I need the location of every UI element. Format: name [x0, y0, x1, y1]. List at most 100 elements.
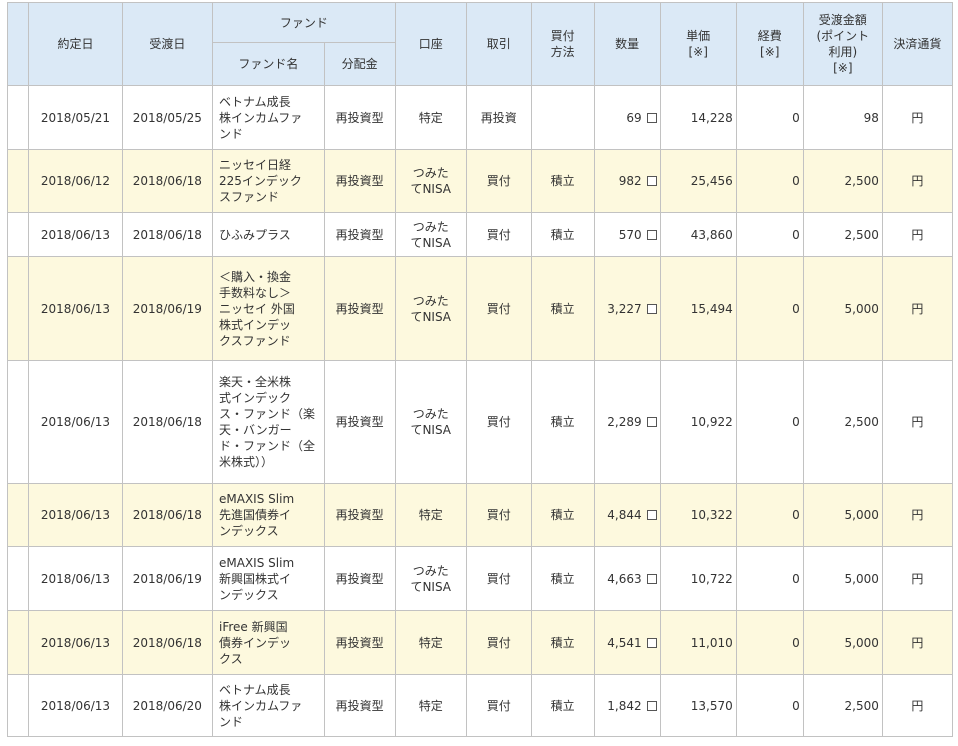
quantity-value: 3,227 [607, 301, 642, 316]
header-account: 口座 [394, 2, 467, 86]
fund-name-cell: ニッセイ日経 225インデック スファンド [212, 149, 325, 213]
quantity-cell: 3,227 [593, 256, 661, 361]
transaction-cell: 買付 [465, 360, 532, 484]
buy-method-cell: 積立 [530, 149, 595, 213]
unit-price-cell: 13,570 [659, 674, 737, 737]
checkbox-icon[interactable] [646, 176, 657, 186]
currency-cell: 円 [881, 483, 954, 547]
trade-date-cell: 2018/06/12 [28, 149, 123, 213]
unit-price-cell: 10,922 [659, 360, 737, 484]
quantity-value: 1,842 [607, 698, 642, 713]
fee-cell: 0 [735, 546, 804, 611]
trade-date-cell: 2018/06/13 [28, 483, 123, 547]
header-fund-name: ファンド名 [212, 42, 325, 86]
account-cell: つみた てNISA [394, 149, 467, 213]
checkbox-icon[interactable] [646, 510, 657, 520]
transaction-cell: 買付 [465, 546, 532, 611]
currency-cell: 円 [881, 149, 954, 213]
trade-date-cell: 2018/06/13 [28, 674, 123, 737]
checkbox-icon[interactable] [646, 112, 657, 123]
checkbox-icon[interactable] [646, 637, 657, 648]
checkbox-icon[interactable] [646, 303, 657, 314]
currency-cell: 円 [881, 674, 954, 737]
buy-method-cell: 積立 [530, 256, 595, 361]
account-cell: 特定 [394, 610, 467, 675]
table-row: 2018/06/13 2018/06/20 ベトナム成長 株インカムファ ンド 再投資… [6, 674, 954, 737]
quantity-value: 69 [626, 110, 642, 125]
row-spacer [6, 674, 30, 737]
fee-cell: 0 [735, 610, 804, 675]
dividend-cell: 再投資型 [323, 256, 396, 361]
quantity-cell: 4,844 [593, 483, 661, 547]
settle-date-cell: 2018/06/18 [121, 149, 214, 213]
checkbox-icon[interactable] [646, 229, 657, 240]
quantity-cell: 1,842 [593, 674, 661, 737]
table-row: 2018/05/21 2018/05/25 ベトナム成長 株インカムファ ンド 再投資… [6, 85, 954, 150]
amount-cell: 5,000 [802, 610, 883, 675]
table-body: 2018/05/21 2018/05/25 ベトナム成長 株インカムファ ンド 再投資… [6, 85, 954, 737]
currency-cell: 円 [881, 360, 954, 484]
fund-name-cell: ＜購入・換金 手数料なし＞ ニッセイ 外国 株式インデッ クスファンド [212, 256, 325, 361]
buy-method-cell: 積立 [530, 610, 595, 675]
quantity-cell: 570 [593, 212, 661, 257]
header-fee: 経費 [※] [735, 2, 804, 86]
header-buy-method: 買付 方法 [530, 2, 595, 86]
account-cell: つみた てNISA [394, 360, 467, 484]
dividend-cell: 再投資型 [323, 360, 396, 484]
fund-name-cell: ベトナム成長 株インカムファ ンド [212, 85, 325, 150]
account-cell: つみた てNISA [394, 546, 467, 611]
amount-cell: 5,000 [802, 483, 883, 547]
amount-cell: 2,500 [802, 360, 883, 484]
header-dividend: 分配金 [323, 42, 396, 86]
buy-method-cell: 積立 [530, 546, 595, 611]
quantity-value: 4,541 [607, 635, 642, 650]
dividend-cell: 再投資型 [323, 212, 396, 257]
buy-method-cell: 積立 [530, 674, 595, 737]
transaction-cell: 買付 [465, 149, 532, 213]
amount-cell: 5,000 [802, 256, 883, 361]
quantity-cell: 4,541 [593, 610, 661, 675]
table-row: 2018/06/13 2018/06/18 楽天・全米株 式インデック ス・ファンド… [6, 360, 954, 484]
unit-price-cell: 25,456 [659, 149, 737, 213]
transaction-cell: 買付 [465, 483, 532, 547]
table-row: 2018/06/12 2018/06/18 ニッセイ日経 225インデック スファン… [6, 149, 954, 213]
header-unit-price: 単価 [※] [659, 2, 737, 86]
row-spacer [6, 149, 30, 213]
quantity-value: 570 [618, 227, 642, 242]
checkbox-icon[interactable] [646, 700, 657, 711]
table-row: 2018/06/13 2018/06/18 ひふみプラス 再投資型 つみた てNISA 買… [6, 212, 954, 257]
checkbox-icon[interactable] [646, 573, 657, 584]
account-cell: つみた てNISA [394, 256, 467, 361]
fee-cell: 0 [735, 360, 804, 484]
fund-name-cell: ベトナム成長 株インカムファ ンド [212, 674, 325, 737]
quantity-value: 4,844 [607, 508, 642, 522]
quantity-cell: 2,289 [593, 360, 661, 484]
settle-date-cell: 2018/06/18 [121, 610, 214, 675]
buy-method-cell [530, 85, 595, 150]
unit-price-cell: 43,860 [659, 212, 737, 257]
trade-date-cell: 2018/06/13 [28, 610, 123, 675]
table-row: 2018/06/13 2018/06/18 eMAXIS Slim 先進国債券イ ン… [6, 483, 954, 547]
table-row: 2018/06/13 2018/06/19 eMAXIS Slim 新興国株式イ ン… [6, 546, 954, 611]
header-settle-date: 受渡日 [121, 2, 214, 86]
row-spacer [6, 360, 30, 484]
header-amount: 受渡金額 (ポイント 利用) [※] [802, 2, 883, 86]
amount-cell: 2,500 [802, 149, 883, 213]
checkbox-icon[interactable] [646, 417, 657, 427]
currency-cell: 円 [881, 256, 954, 361]
header-spacer [6, 2, 30, 86]
fund-name-cell: eMAXIS Slim 先進国債券イ ンデックス [212, 483, 325, 547]
unit-price-cell: 10,322 [659, 483, 737, 547]
row-spacer [6, 546, 30, 611]
header-quantity: 数量 [593, 2, 661, 86]
dividend-cell: 再投資型 [323, 483, 396, 547]
header-currency: 決済通貨 [881, 2, 954, 86]
quantity-value: 4,663 [607, 571, 642, 586]
currency-cell: 円 [881, 85, 954, 150]
table-row: 2018/06/13 2018/06/18 iFree 新興国 債券インデッ クス再… [6, 610, 954, 675]
account-cell: 特定 [394, 483, 467, 547]
buy-method-cell: 積立 [530, 212, 595, 257]
dividend-cell: 再投資型 [323, 85, 396, 150]
transaction-cell: 再投資 [465, 85, 532, 150]
account-cell: つみた てNISA [394, 212, 467, 257]
